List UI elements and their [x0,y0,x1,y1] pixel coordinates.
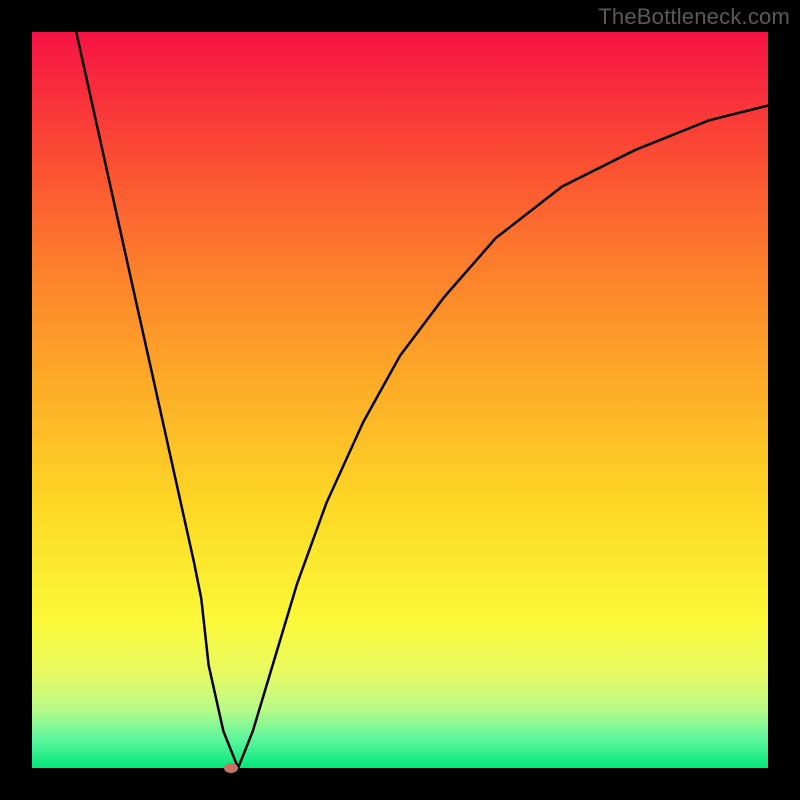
watermark-text: TheBottleneck.com [598,4,790,30]
chart-frame: TheBottleneck.com [0,0,800,800]
plot-area [32,32,768,768]
minimum-marker-icon [224,763,238,773]
bottleneck-curve [76,32,768,768]
curve-svg [32,32,768,768]
